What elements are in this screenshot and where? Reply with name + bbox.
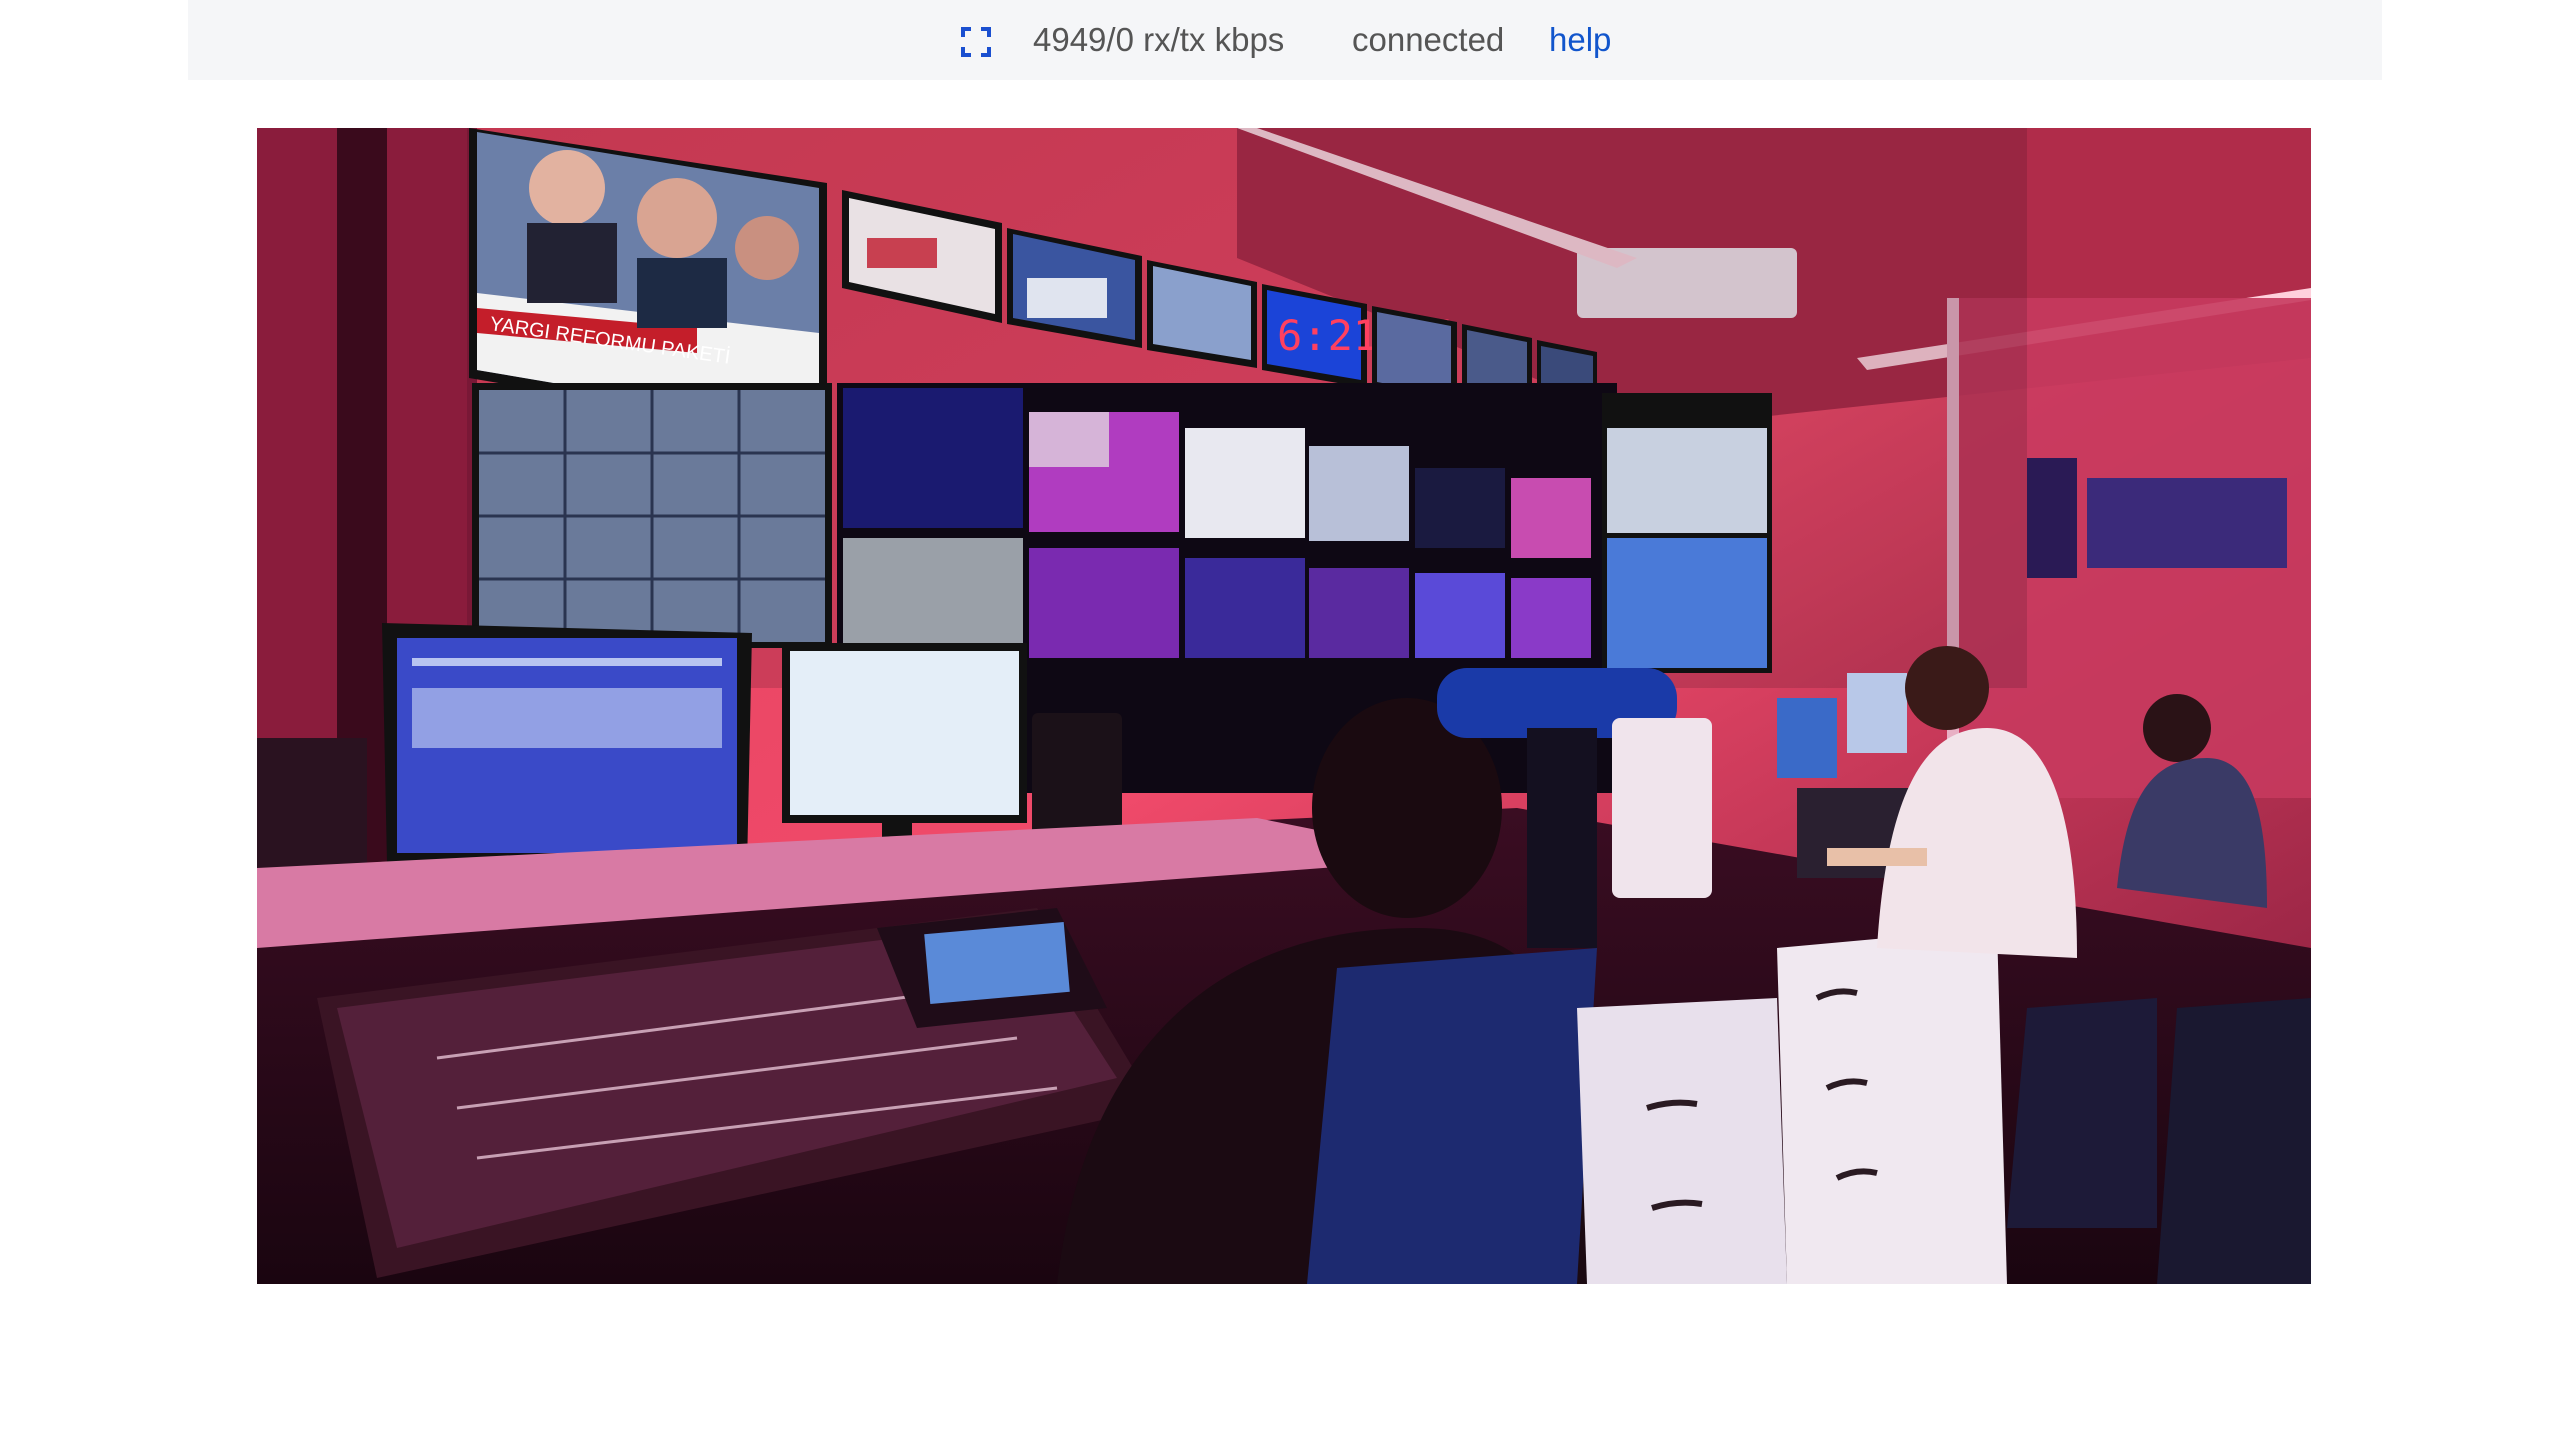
connection-status: connected — [1352, 21, 1505, 58]
bandwidth-stats: 4949/0 rx/tx kbps — [1033, 21, 1285, 58]
top-toolbar: 4949/0 rx/tx kbps connected help — [188, 0, 2382, 80]
fullscreen-icon[interactable] — [961, 27, 991, 57]
help-link[interactable]: help — [1549, 20, 1611, 60]
remote-viewer-page: 4949/0 rx/tx kbps connected help YARGI R… — [0, 0, 2560, 1440]
remote-video-stream[interactable]: YARGI REFORMU PAKETİ 6:21:25 — [257, 128, 2311, 1284]
